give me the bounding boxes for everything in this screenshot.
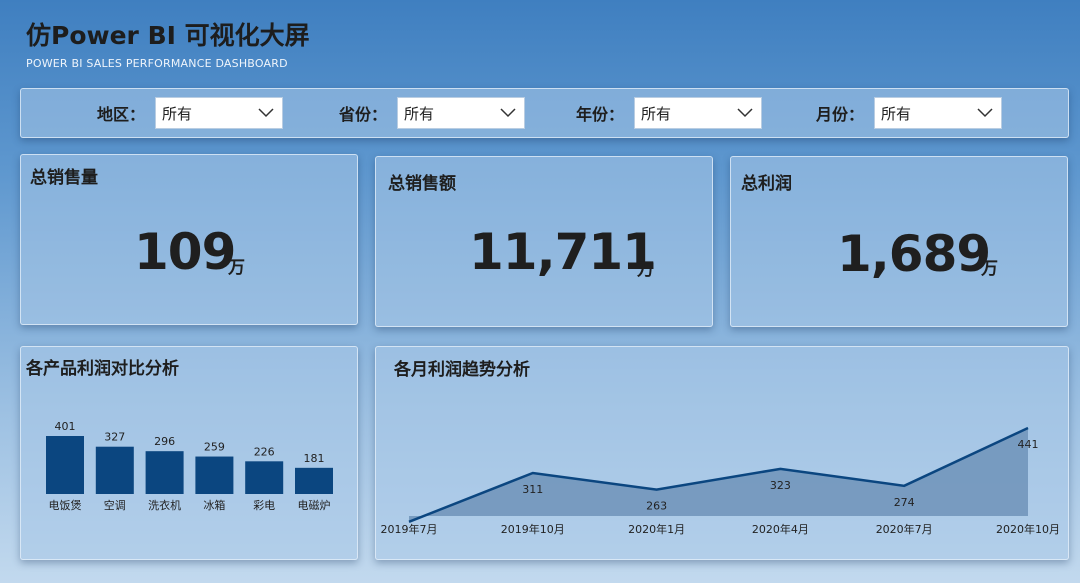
filter-bar: 地区： 所有 省份： 所有 年份： 所有 月份： 所有 (20, 88, 1069, 138)
filter-month: 月份： 所有 (816, 97, 1003, 129)
x-tick-label: 2019年10月 (501, 522, 565, 536)
kpi-unit: 万 (637, 260, 654, 280)
kpi-card-sales-amount: 总销售额 11,711 万 (375, 156, 713, 327)
monthly-profit-area-chart: 311 263 323 274 441 2019年7月 2019年10月 2020年1月 202… (381, 426, 1060, 536)
kpi-value: 1,689 (837, 225, 991, 283)
area-data-label: 441 (1018, 438, 1039, 451)
chevron-down-icon (737, 108, 753, 118)
province-select[interactable]: 所有 (397, 97, 526, 129)
bar-data-label: 181 (304, 452, 325, 465)
bar-电磁炉 (295, 467, 333, 494)
filter-province: 省份： 所有 (339, 97, 526, 129)
bar-data-label: 226 (254, 445, 275, 458)
year-select[interactable]: 所有 (634, 97, 763, 129)
x-tick-label: 2019年7月 (381, 522, 438, 536)
area-data-label: 263 (646, 500, 667, 513)
month-select-value: 所有 (881, 104, 912, 123)
product-profit-panel: 各产品利润对比分析 401 电饭煲 327 空调 296 洗衣机 259 冰箱 226 彩电 181… (20, 346, 358, 560)
product-profit-bar-chart: 401 电饭煲 327 空调 296 洗衣机 259 冰箱 226 彩电 181 电磁炉 (46, 420, 333, 512)
bar-data-label: 259 (204, 441, 225, 454)
area-data-label: 274 (894, 496, 915, 509)
bar-category-label: 空调 (104, 498, 126, 512)
bar-category-label: 洗衣机 (148, 498, 181, 512)
dashboard-subtitle: POWER BI SALES PERFORMANCE DASHBOARD (26, 57, 288, 70)
dashboard-title: 仿Power BI 可视化大屏 (26, 21, 310, 50)
filter-region: 地区： 所有 (97, 97, 284, 129)
bar-data-label: 401 (55, 420, 76, 433)
bar-data-label: 327 (104, 431, 125, 444)
area-data-label: 311 (522, 483, 543, 496)
filter-month-label: 月份： (816, 105, 865, 124)
filter-region-label: 地区： (97, 105, 146, 124)
filter-year-label: 年份： (576, 105, 625, 124)
x-tick-label: 2020年7月 (876, 522, 933, 536)
bar-category-label: 电磁炉 (298, 499, 331, 512)
bar-冰箱 (195, 456, 234, 494)
x-tick-label: 2020年1月 (628, 522, 685, 536)
province-select-value: 所有 (404, 104, 435, 123)
bar-空调 (95, 446, 134, 494)
x-tick-label: 2020年10月 (996, 522, 1060, 536)
kpi-unit: 万 (981, 259, 998, 279)
bar-data-label: 296 (154, 435, 175, 448)
kpi-card-sales-volume: 总销售量 109 万 (20, 154, 358, 325)
region-select-value: 所有 (162, 104, 193, 123)
kpi-title: 总利润 (741, 174, 792, 194)
bar-category-label: 电饭煲 (49, 499, 82, 512)
kpi-title: 总销售量 (30, 168, 98, 188)
filter-province-label: 省份： (339, 105, 388, 124)
bar-电饭煲 (46, 436, 84, 494)
profit-area (409, 428, 1028, 522)
chevron-down-icon (258, 108, 274, 118)
kpi-value: 109 (134, 223, 236, 281)
bar-category-label: 冰箱 (203, 498, 225, 512)
month-select[interactable]: 所有 (874, 97, 1003, 129)
bar-category-label: 彩电 (253, 499, 275, 512)
x-tick-label: 2020年4月 (752, 522, 809, 536)
bar-洗衣机 (145, 451, 184, 494)
bar-彩电 (245, 461, 284, 494)
chevron-down-icon (977, 108, 993, 118)
kpi-unit: 万 (228, 258, 245, 278)
year-select-value: 所有 (641, 104, 672, 123)
monthly-profit-panel: 各月利润趋势分析 311 263 323 274 441 2019年7月 2019年10月 2… (375, 346, 1069, 560)
kpi-value: 11,711 (469, 223, 657, 281)
kpi-card-profit: 总利润 1,689 万 (730, 156, 1068, 327)
area-data-label: 323 (770, 479, 791, 492)
region-select[interactable]: 所有 (155, 97, 284, 129)
kpi-title: 总销售额 (388, 174, 456, 194)
chevron-down-icon (500, 108, 516, 118)
filter-year: 年份： 所有 (576, 97, 763, 129)
